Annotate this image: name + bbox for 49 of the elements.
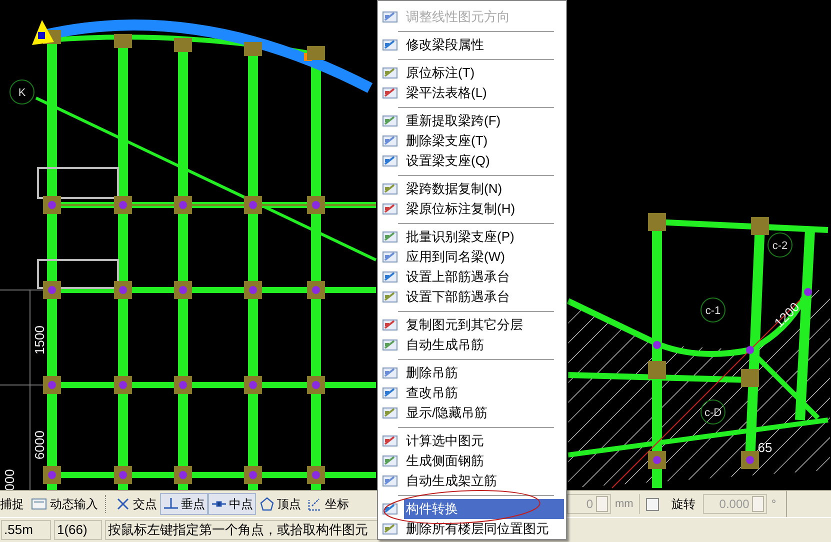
menu-item-icon — [382, 153, 398, 169]
dimension-label: 000 — [2, 469, 17, 490]
dimension-label: 65 — [758, 440, 772, 455]
keyboard-icon — [31, 497, 47, 511]
menu-item-icon — [382, 229, 398, 245]
snap-button[interactable]: 垂点 — [160, 493, 208, 515]
menu-item-icon — [382, 453, 398, 469]
dynamic-input-button[interactable]: 动态输入 — [28, 493, 101, 515]
menu-item-icon — [382, 501, 398, 517]
menu-item-icon — [382, 473, 398, 489]
menu-item-icon — [382, 201, 398, 217]
menu-item-icon — [382, 385, 398, 401]
rotate-label: 旋转 — [671, 496, 696, 513]
menu-item-icon — [382, 365, 398, 381]
status-text: .55m — [1, 520, 51, 540]
menu-item-icon — [382, 521, 398, 537]
cross-icon — [115, 496, 131, 512]
dimension-label: 6000 — [32, 430, 47, 460]
menu-item-icon — [382, 269, 398, 285]
status-text: 1(66) — [54, 520, 102, 540]
snap-button[interactable]: 顶点 — [256, 493, 304, 515]
menu-item-icon — [382, 181, 398, 197]
dimension-label: 1500 — [32, 326, 47, 354]
menu-item-icon — [382, 289, 398, 305]
menu-item-icon — [382, 113, 398, 129]
menu-item-icon — [382, 133, 398, 149]
pentagon-icon — [259, 496, 275, 512]
axes-icon — [307, 496, 323, 512]
degree-label: ° — [771, 496, 776, 513]
spinner-icon[interactable] — [596, 496, 608, 512]
menu-item-icon — [382, 405, 398, 421]
menu-item-icon — [382, 433, 398, 449]
axis-label: c-2 — [768, 232, 792, 258]
menu-item-icon — [382, 337, 398, 353]
snap-button[interactable]: 中点 — [208, 493, 256, 515]
axis-label: K — [10, 80, 34, 104]
unit-label: mm — [615, 496, 634, 512]
menu-item-icon — [382, 249, 398, 265]
snap-button[interactable]: 坐标 — [304, 493, 352, 515]
snap-label: 捕捉 — [0, 496, 24, 513]
toolbar-grip[interactable] — [105, 495, 108, 513]
menu-item-icon — [382, 85, 398, 101]
perpendicular-icon — [163, 496, 179, 512]
menu-item-icon — [382, 37, 398, 53]
menu-item-icon — [382, 9, 398, 25]
snap-button[interactable]: 交点 — [112, 493, 160, 515]
menu-item-icon — [382, 317, 398, 333]
menu-item-icon — [382, 65, 398, 81]
axis-label: c-1 — [700, 298, 726, 322]
